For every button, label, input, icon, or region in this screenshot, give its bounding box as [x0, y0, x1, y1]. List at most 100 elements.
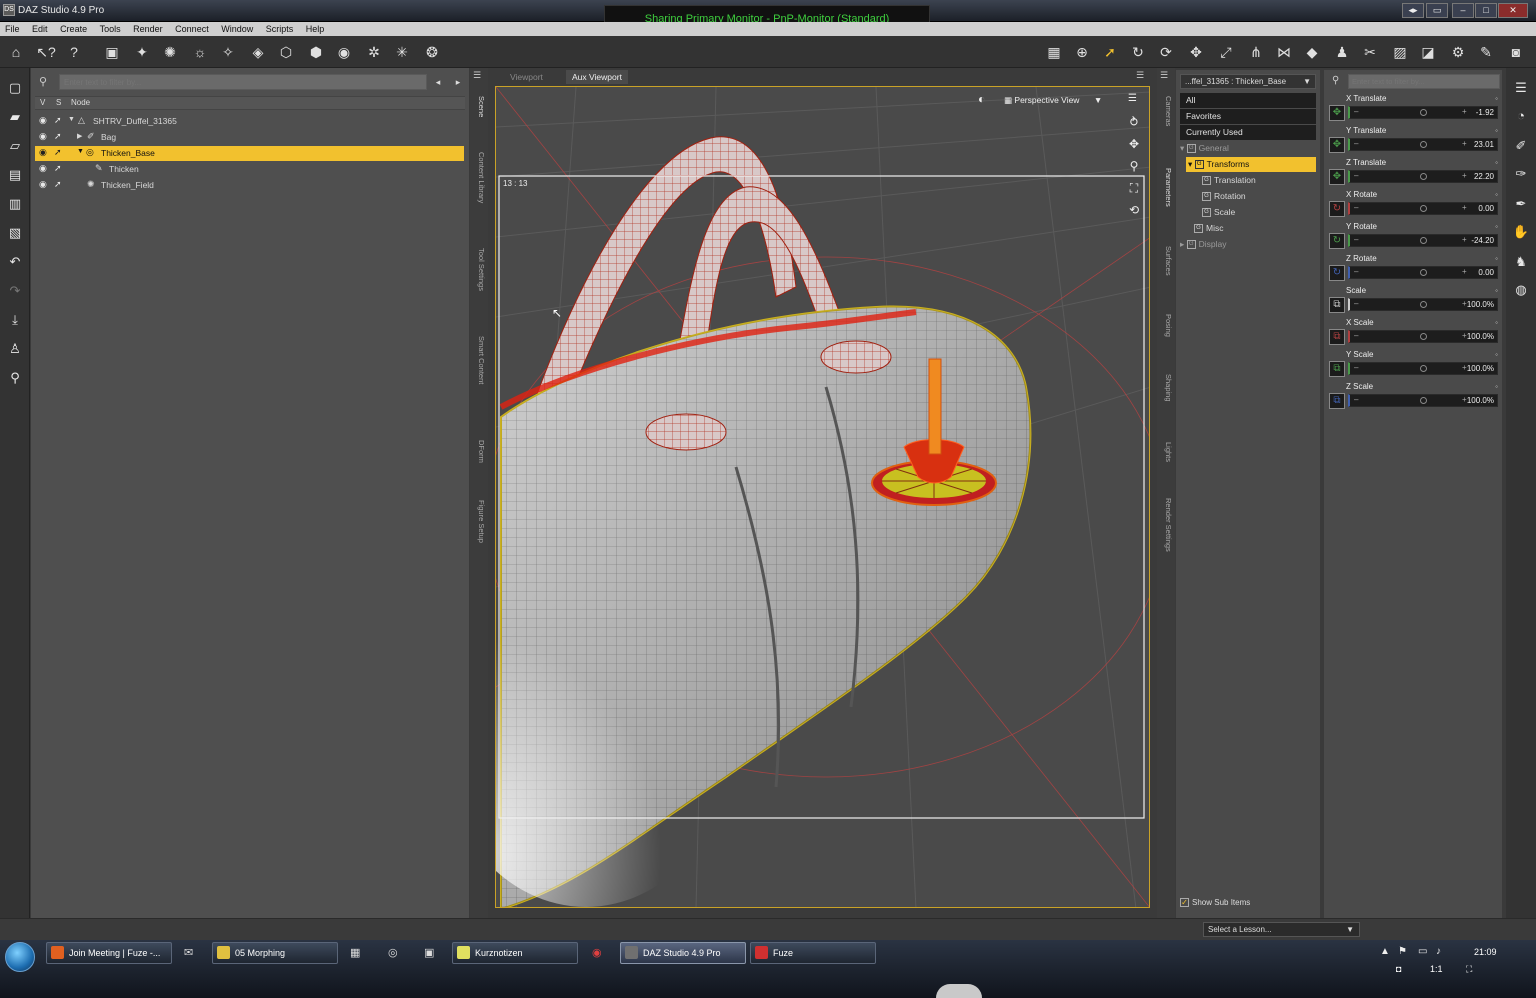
tab-surfaces[interactable]: Surfaces — [1159, 246, 1173, 276]
orbit-icon[interactable]: ⥁ — [1126, 114, 1142, 130]
minus-icon[interactable]: – — [1354, 395, 1358, 404]
pen-tool-icon[interactable]: ✎ — [1476, 42, 1496, 62]
aux-tool-icon[interactable]: ◔ — [1511, 106, 1531, 126]
scene-row-selected[interactable]: ◉ ➚ ▼ ◎ Thicken_Base — [35, 146, 464, 161]
pinned-app-icon[interactable]: ▣ — [424, 946, 434, 959]
pose-figure-icon[interactable]: ⚲ — [5, 368, 25, 388]
slider-knob[interactable] — [1420, 205, 1427, 212]
pane-list-icon[interactable]: ☰ — [1511, 78, 1531, 98]
rotate-tool-2-icon[interactable]: ⟳ — [1156, 42, 1176, 62]
rotate-tool-icon[interactable]: ↻ — [1128, 42, 1148, 62]
pointer-icon[interactable]: ➚ — [54, 131, 62, 142]
null-create-icon[interactable]: ⬢ — [306, 42, 326, 62]
tab-render-settings[interactable]: Render Settings — [1159, 498, 1173, 552]
expand-arrow-icon[interactable]: ▼ — [68, 116, 75, 123]
slider-track[interactable]: – +0.00 — [1348, 266, 1498, 279]
camera-icon[interactable]: ◙ — [1506, 42, 1526, 62]
parameter-value[interactable]: 22.20 — [1474, 172, 1494, 181]
slider-track[interactable]: – +100.0% — [1348, 330, 1498, 343]
minus-icon[interactable]: – — [1354, 331, 1358, 340]
pan-icon[interactable]: ✥ — [1126, 136, 1142, 152]
parameter-value[interactable]: 100.0% — [1467, 396, 1494, 405]
plus-icon[interactable]: + — [1462, 139, 1467, 148]
tree-currently-used[interactable]: Currently Used — [1180, 125, 1316, 140]
pointer-icon[interactable]: ➚ — [54, 163, 62, 174]
pointer-icon[interactable]: ➚ — [54, 179, 62, 190]
tree-general[interactable]: ▾ G General — [1180, 141, 1229, 156]
checkbox-checked-icon[interactable]: ✓ — [1180, 898, 1189, 907]
eye-icon[interactable]: ◉ — [39, 131, 47, 142]
slider-track[interactable]: – + -1.92 — [1348, 106, 1498, 119]
node-create-icon[interactable]: ⬡ — [276, 42, 296, 62]
mouse-icon[interactable]: ◘ — [1396, 964, 1401, 974]
slider-track[interactable]: – +100.0% — [1348, 394, 1498, 407]
grid-tool-icon[interactable]: ▦ — [1044, 42, 1064, 62]
parameter-value[interactable]: 100.0% — [1467, 332, 1494, 341]
slider-knob[interactable] — [1420, 333, 1427, 340]
scene-search-input[interactable] — [59, 74, 427, 90]
tab-content-library[interactable]: Content Library — [472, 152, 486, 203]
parameter-options-icon[interactable]: ◦ — [1495, 222, 1498, 231]
parameter-slider[interactable]: Scale ◦ ⧉ – +100.0% — [1326, 286, 1500, 318]
render-settings-icon[interactable]: ✳ — [392, 42, 412, 62]
parameter-slider[interactable]: Y Translate ◦ ✥ – +23.01 — [1326, 126, 1500, 158]
menu-help[interactable]: Help — [306, 22, 325, 36]
parameter-value[interactable]: -24.20 — [1471, 236, 1494, 245]
translate-tool-icon[interactable]: ✥ — [1186, 42, 1206, 62]
slider-track[interactable]: – +100.0% — [1348, 298, 1498, 311]
tab-shaping[interactable]: Shaping — [1159, 374, 1173, 402]
perspective-view-select[interactable]: ▦ Perspective View ▼ — [1004, 95, 1102, 106]
parameter-options-icon[interactable]: ◦ — [1495, 254, 1498, 263]
minus-icon[interactable]: – — [1354, 299, 1358, 308]
task-morphing[interactable]: 05 Morphing — [212, 942, 338, 964]
parameter-options-icon[interactable]: ◦ — [1495, 318, 1498, 327]
minus-icon[interactable]: – — [1354, 139, 1358, 148]
arrow-right-icon[interactable]: ▸ — [451, 74, 465, 90]
plus-icon[interactable]: + — [1462, 203, 1467, 212]
slider-knob[interactable] — [1420, 397, 1427, 404]
whats-this-icon[interactable]: ↖? — [36, 42, 56, 62]
group-create-icon[interactable]: ◉ — [334, 42, 354, 62]
column-node[interactable]: Node — [71, 98, 90, 107]
minus-icon[interactable]: – — [1354, 203, 1358, 212]
parameter-value[interactable]: 100.0% — [1467, 300, 1494, 309]
pane-menu-icon[interactable]: ☰ — [473, 70, 481, 81]
task-kurznotizen[interactable]: Kurznotizen — [452, 942, 578, 964]
volume-icon[interactable]: ♪ — [1436, 946, 1441, 957]
pane-menu-icon[interactable]: ☰ — [1160, 70, 1168, 81]
tree-display[interactable]: ▸ G Display — [1180, 237, 1227, 252]
new-scene-icon[interactable]: ▢ — [5, 78, 25, 98]
slider-track[interactable]: – +23.01 — [1348, 138, 1498, 151]
menu-file[interactable]: File — [5, 22, 20, 36]
plus-icon[interactable]: + — [1462, 107, 1467, 116]
undo-icon[interactable]: ↶ — [5, 252, 25, 272]
start-button[interactable] — [5, 942, 35, 972]
eye-icon[interactable]: ◉ — [39, 115, 47, 126]
network-icon[interactable]: ▭ — [1418, 946, 1427, 957]
minus-icon[interactable]: – — [1354, 235, 1358, 244]
export-icon[interactable]: ▧ — [5, 223, 25, 243]
parameter-slider[interactable]: Y Rotate ◦ ↻ – + -24.20 — [1326, 222, 1500, 254]
redo-icon[interactable]: ↷ — [5, 281, 25, 301]
parameter-slider[interactable]: Z Rotate ◦ ↻ – +0.00 — [1326, 254, 1500, 286]
figure-icon[interactable]: ♙ — [5, 339, 25, 359]
save-as-icon[interactable]: ▥ — [5, 194, 25, 214]
slider-track[interactable]: – +100.0% — [1348, 362, 1498, 375]
slider-track[interactable]: – +0.00 — [1348, 202, 1498, 215]
minus-icon[interactable]: – — [1354, 267, 1358, 276]
plus-icon[interactable]: + — [1462, 267, 1467, 276]
restore-screen-icon[interactable]: ◂▸ — [1402, 3, 1424, 18]
tree-rotation[interactable]: G Rotation — [1202, 189, 1246, 204]
tray-expand-icon[interactable]: ▲ — [1380, 946, 1390, 957]
hand-icon[interactable]: ✋ — [1511, 222, 1531, 242]
tree-misc[interactable]: G Misc — [1194, 221, 1223, 236]
save-icon[interactable]: ▤ — [5, 165, 25, 185]
merge-icon[interactable]: ▱ — [5, 136, 25, 156]
pointer-icon[interactable]: ➚ — [54, 115, 62, 126]
home-icon[interactable]: ⌂ — [6, 42, 26, 62]
tab-parameters[interactable]: Parameters — [1159, 168, 1173, 207]
menu-edit[interactable]: Edit — [32, 22, 48, 36]
menu-create[interactable]: Create — [60, 22, 87, 36]
slider-track[interactable]: – + -24.20 — [1348, 234, 1498, 247]
parameter-value[interactable]: 0.00 — [1478, 204, 1494, 213]
